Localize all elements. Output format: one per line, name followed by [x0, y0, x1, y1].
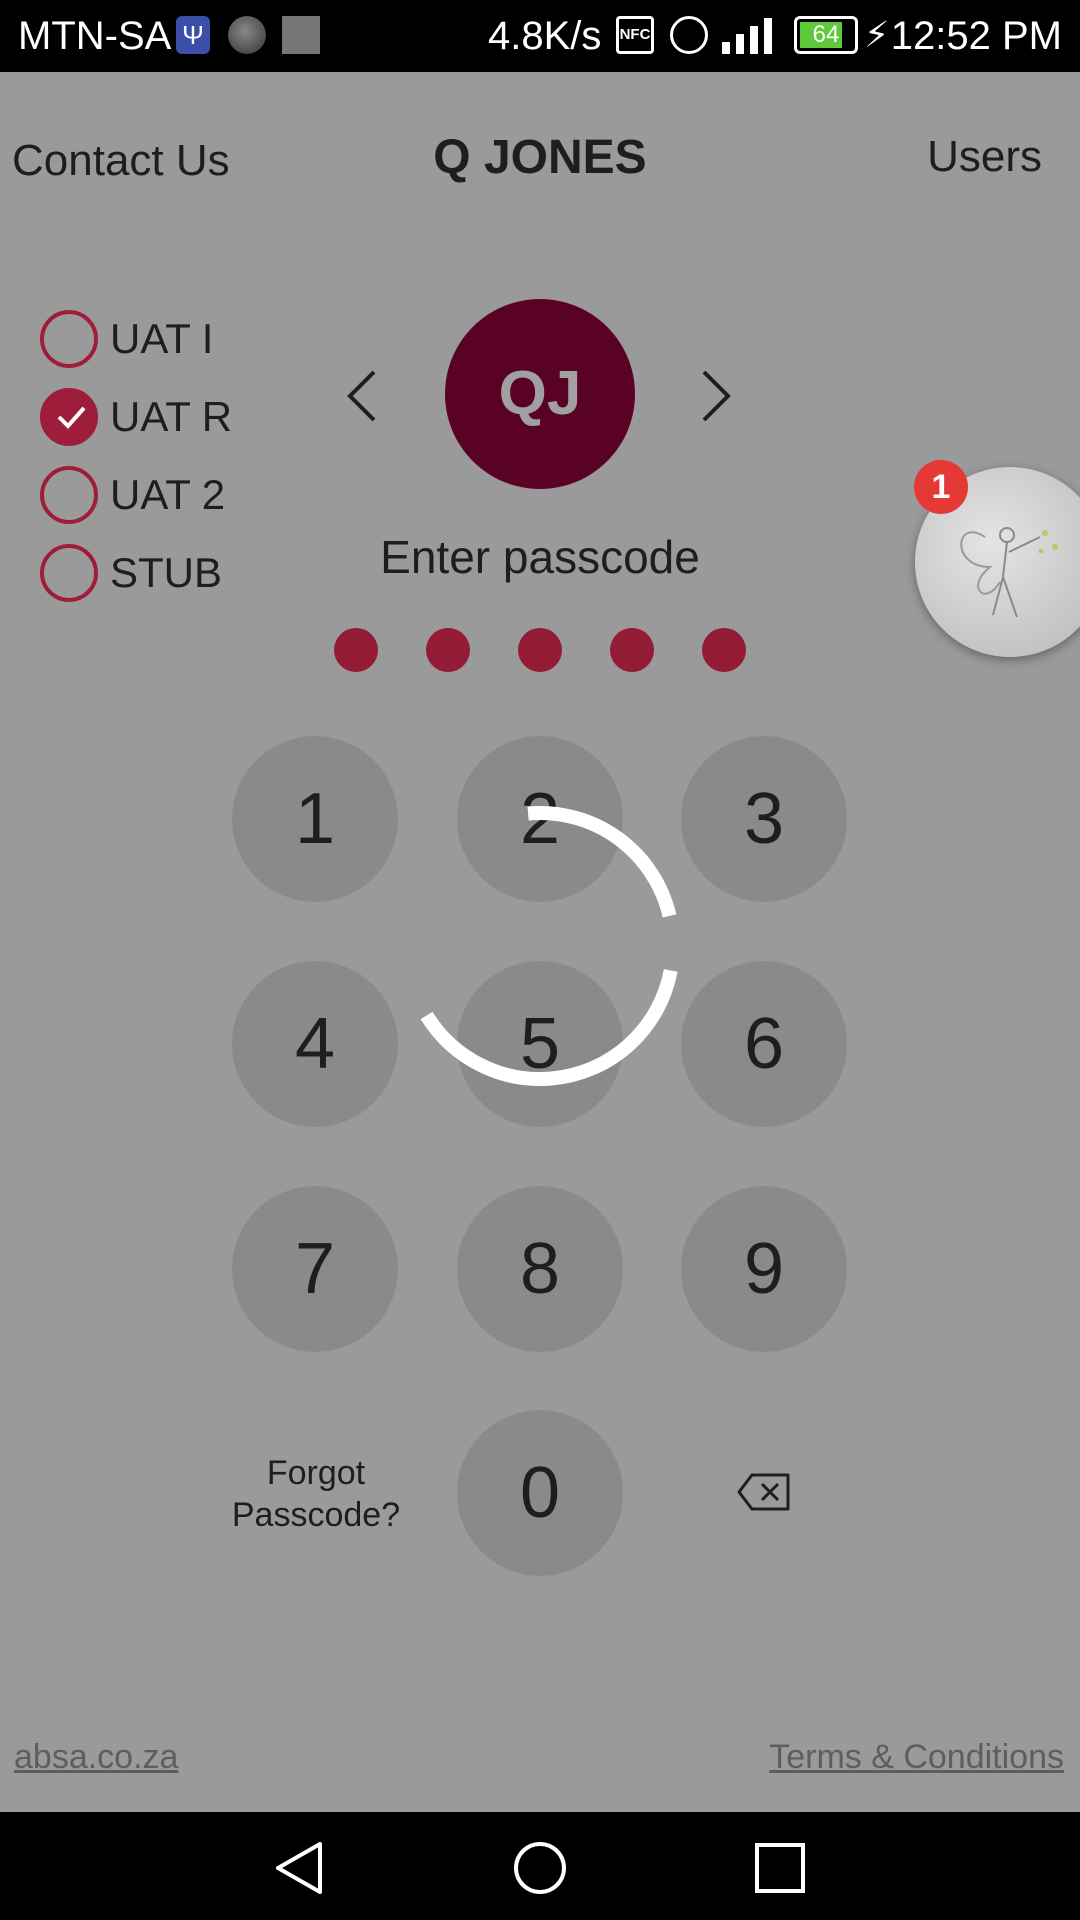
- nfc-icon: NFC: [616, 16, 654, 54]
- forgot-line-2: Passcode?: [231, 1496, 401, 1534]
- passcode-dot: [518, 628, 562, 672]
- carrier-name: MTN-SA: [18, 14, 172, 58]
- status-bar: MTN-SA Ψ 4.8K/s NFC 64 ⚡ 12:52 PM: [0, 0, 1080, 72]
- key-3[interactable]: 3: [681, 736, 847, 902]
- battery-icon: 64: [794, 16, 858, 54]
- forgot-passcode-link[interactable]: Forgot Passcode?: [206, 1452, 426, 1536]
- env-option-uat-r[interactable]: UAT R: [40, 378, 232, 456]
- env-label: UAT 2: [110, 471, 226, 518]
- env-label: UAT I: [110, 315, 214, 362]
- backspace-icon[interactable]: [736, 1472, 792, 1512]
- alarm-icon: [670, 16, 708, 54]
- passcode-dots: [334, 628, 746, 672]
- key-1[interactable]: 1: [232, 736, 398, 902]
- image-thumbnail-icon: [282, 16, 320, 54]
- status-clock: 12:52 PM: [890, 14, 1062, 58]
- avatar-thumbnail-icon: [228, 16, 266, 54]
- forgot-line-1: Forgot: [266, 1454, 366, 1492]
- fairy-icon: [960, 527, 1058, 618]
- passcode-dot: [610, 628, 654, 672]
- back-icon[interactable]: [272, 1840, 328, 1896]
- terms-conditions-link[interactable]: Terms & Conditions: [769, 1738, 1064, 1777]
- passcode-dot: [702, 628, 746, 672]
- navigation-bar: [0, 1812, 1080, 1920]
- page-title: Q JONES: [433, 131, 647, 184]
- network-speed: 4.8K/s: [488, 14, 602, 58]
- user-avatar: QJ: [445, 299, 635, 489]
- radio-unchecked-icon[interactable]: [40, 466, 98, 524]
- home-icon[interactable]: [512, 1840, 568, 1896]
- charging-icon: ⚡: [864, 14, 890, 55]
- radio-checked-icon[interactable]: [40, 388, 98, 446]
- env-label: UAT R: [110, 393, 233, 440]
- absa-website-link[interactable]: absa.co.za: [14, 1738, 178, 1777]
- loading-spinner-icon: [400, 805, 680, 1086]
- key-7[interactable]: 7: [232, 1186, 398, 1352]
- key-6[interactable]: 6: [681, 961, 847, 1127]
- signal-icon: [722, 16, 778, 54]
- key-8[interactable]: 8: [457, 1186, 623, 1352]
- battery-level: 64: [812, 21, 840, 48]
- recents-icon[interactable]: [752, 1840, 808, 1896]
- env-option-uat-2[interactable]: UAT 2: [40, 456, 232, 534]
- usb-icon: Ψ: [176, 16, 210, 54]
- key-9[interactable]: 9: [681, 1186, 847, 1352]
- notification-badge: 1: [914, 460, 968, 514]
- passcode-dot: [334, 628, 378, 672]
- chevron-right-icon[interactable]: [690, 366, 740, 426]
- key-4[interactable]: 4: [232, 961, 398, 1127]
- env-option-uat-i[interactable]: UAT I: [40, 300, 232, 378]
- radio-unchecked-icon[interactable]: [40, 310, 98, 368]
- users-link[interactable]: Users: [927, 132, 1042, 182]
- chevron-left-icon[interactable]: [340, 366, 390, 426]
- passcode-dot: [426, 628, 470, 672]
- key-0[interactable]: 0: [457, 1410, 623, 1576]
